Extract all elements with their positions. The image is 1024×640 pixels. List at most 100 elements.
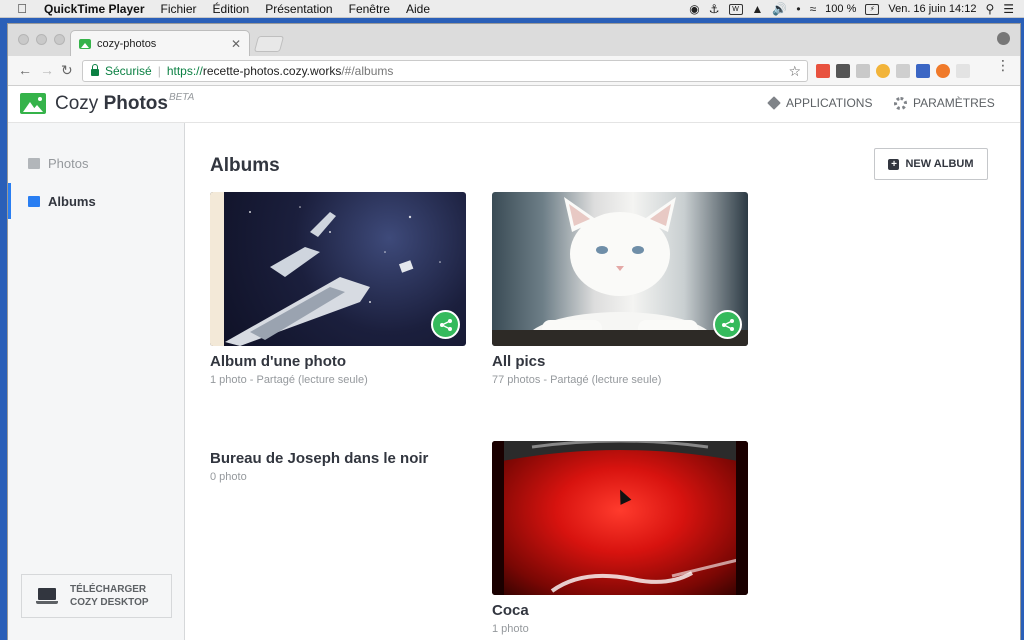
download-desktop-button[interactable]: TÉLÉCHARGER COZY DESKTOP bbox=[21, 574, 172, 618]
sidebar-item-albums[interactable]: Albums bbox=[8, 183, 185, 219]
album-name[interactable]: All pics bbox=[492, 353, 748, 370]
record-icon[interactable]: ◉ bbox=[689, 2, 699, 16]
volume-icon[interactable]: 🔊 bbox=[772, 2, 787, 16]
album-card[interactable]: Bureau de Joseph dans le noir 0 photo bbox=[210, 450, 466, 483]
laptop-icon bbox=[36, 588, 58, 604]
browser-tab[interactable]: cozy-photos ✕ bbox=[70, 30, 250, 56]
album-meta: 1 photo - Partagé (lecture seule) bbox=[210, 374, 368, 386]
sidebar-item-photos[interactable]: Photos bbox=[8, 145, 185, 181]
album-name[interactable]: Coca bbox=[492, 602, 748, 619]
extension-icon[interactable] bbox=[816, 64, 830, 78]
minimize-window-button[interactable] bbox=[36, 34, 47, 45]
tab-favicon-icon bbox=[79, 38, 91, 49]
notification-center-icon[interactable]: ☰ bbox=[1003, 2, 1014, 16]
settings-button[interactable]: PARAMÈTRES bbox=[894, 96, 995, 110]
apple-icon[interactable]:  bbox=[14, 1, 30, 16]
menu-app-name[interactable]: QuickTime Player bbox=[44, 2, 145, 16]
main-content: Albums + NEW ALBUM Album d'une photo 1 p… bbox=[185, 123, 1020, 640]
browser-toolbar: ← → ↻ Sécurisé | https:// recette-photos… bbox=[8, 56, 1020, 86]
extension-icon[interactable] bbox=[956, 64, 970, 78]
album-cover-space-shuttle[interactable] bbox=[210, 192, 466, 346]
extension-icon[interactable] bbox=[856, 64, 870, 78]
close-window-button[interactable] bbox=[18, 34, 29, 45]
new-album-label: NEW ALBUM bbox=[905, 158, 974, 170]
app-header: Cozy PhotosBETA APPLICATIONS PARAMÈTRES bbox=[8, 86, 1020, 123]
album-card[interactable]: Album d'une photo 1 photo - Partagé (lec… bbox=[210, 192, 466, 386]
menu-fenetre[interactable]: Fenêtre bbox=[349, 2, 390, 16]
cube-icon bbox=[767, 96, 781, 110]
download-label: TÉLÉCHARGER COZY DESKTOP bbox=[70, 583, 149, 609]
album-cover-white-cat[interactable] bbox=[492, 192, 748, 346]
album-icon bbox=[28, 195, 40, 207]
cozy-photos-logo-icon[interactable] bbox=[20, 93, 46, 114]
album-meta: 77 photos - Partagé (lecture seule) bbox=[492, 374, 662, 386]
album-name[interactable]: Album d'une photo bbox=[210, 353, 466, 370]
settings-label: PARAMÈTRES bbox=[913, 96, 995, 110]
new-tab-button[interactable] bbox=[253, 36, 285, 52]
profile-icon[interactable] bbox=[997, 32, 1010, 45]
share-icon bbox=[721, 318, 734, 331]
menu-presentation[interactable]: Présentation bbox=[265, 2, 332, 16]
menu-edition[interactable]: Édition bbox=[213, 2, 250, 16]
forward-icon[interactable]: → bbox=[40, 62, 54, 78]
browser-menu-icon[interactable]: ⋮ bbox=[996, 58, 1010, 72]
new-album-button[interactable]: + NEW ALBUM bbox=[874, 148, 988, 180]
share-icon bbox=[439, 318, 452, 331]
menu-fichier[interactable]: Fichier bbox=[161, 2, 197, 16]
tab-title: cozy-photos bbox=[97, 37, 157, 50]
album-card[interactable]: Coca 1 photo bbox=[492, 441, 748, 635]
macos-menubar:  QuickTime Player Fichier Édition Prése… bbox=[0, 0, 1024, 18]
extensions-bar bbox=[816, 64, 970, 78]
album-meta: 0 photo bbox=[210, 471, 247, 483]
battery-icon[interactable]: ⚡ bbox=[865, 3, 880, 15]
spotlight-icon[interactable]: ⚲ bbox=[985, 2, 994, 16]
reload-icon[interactable]: ↻ bbox=[61, 62, 73, 79]
address-bar[interactable]: Sécurisé | https:// recette-photos.cozy.… bbox=[82, 60, 808, 82]
extension-icon[interactable] bbox=[916, 64, 930, 78]
wifi-icon[interactable]: ≈ bbox=[810, 2, 817, 16]
zoom-window-button[interactable] bbox=[54, 34, 65, 45]
plus-icon: + bbox=[888, 158, 900, 170]
address-separator: | bbox=[157, 64, 161, 78]
lock-icon bbox=[91, 63, 99, 76]
coca-can-illustration bbox=[492, 441, 748, 595]
applications-button[interactable]: APPLICATIONS bbox=[767, 96, 872, 110]
tab-close-icon[interactable]: ✕ bbox=[231, 37, 241, 51]
docker-icon[interactable]: ⚓ bbox=[709, 2, 720, 16]
qr-extension-icon[interactable] bbox=[836, 64, 850, 78]
download-line-1: TÉLÉCHARGER bbox=[70, 584, 147, 595]
clock[interactable]: Ven. 16 juin 14:12 bbox=[888, 3, 976, 15]
page-title: Albums bbox=[210, 155, 280, 176]
keyboard-icon[interactable]: W bbox=[728, 3, 743, 15]
album-meta: 1 photo bbox=[492, 623, 529, 635]
browser-window: cozy-photos ✕ ← → ↻ Sécurisé | https:// … bbox=[8, 24, 1020, 640]
app-brand: Cozy PhotosBETA bbox=[55, 92, 195, 115]
secure-label: Sécurisé bbox=[105, 64, 152, 78]
album-card[interactable]: All pics 77 photos - Partagé (lecture se… bbox=[492, 192, 748, 386]
share-badge[interactable] bbox=[713, 310, 742, 339]
album-cover-coca-can[interactable] bbox=[492, 441, 748, 595]
app-icon[interactable]: ▲ bbox=[752, 2, 764, 16]
beta-badge: BETA bbox=[168, 92, 195, 103]
extension-icon[interactable] bbox=[876, 64, 890, 78]
extension-icon[interactable] bbox=[936, 64, 950, 78]
white-cat-illustration bbox=[492, 197, 748, 346]
battery-percentage: 100 % bbox=[825, 3, 857, 15]
gear-icon bbox=[894, 96, 907, 110]
bluetooth-icon[interactable]: • bbox=[796, 2, 800, 16]
extension-icon[interactable] bbox=[896, 64, 910, 78]
brand-bold: Photos bbox=[103, 93, 168, 114]
url-host: recette-photos.cozy.works bbox=[202, 64, 342, 78]
bookmark-star-icon[interactable]: ☆ bbox=[788, 63, 801, 80]
url-scheme: https:// bbox=[166, 64, 203, 78]
sidebar-item-label: Albums bbox=[48, 193, 96, 209]
share-badge[interactable] bbox=[431, 310, 460, 339]
album-name[interactable]: Bureau de Joseph dans le noir bbox=[210, 450, 466, 467]
menu-aide[interactable]: Aide bbox=[406, 2, 430, 16]
window-controls bbox=[18, 34, 65, 45]
tab-bar: cozy-photos ✕ bbox=[8, 24, 1020, 56]
brand-light: Cozy bbox=[55, 93, 104, 114]
sidebar-item-label: Photos bbox=[48, 155, 89, 171]
space-shuttle-illustration bbox=[210, 192, 451, 346]
back-icon[interactable]: ← bbox=[18, 62, 32, 78]
